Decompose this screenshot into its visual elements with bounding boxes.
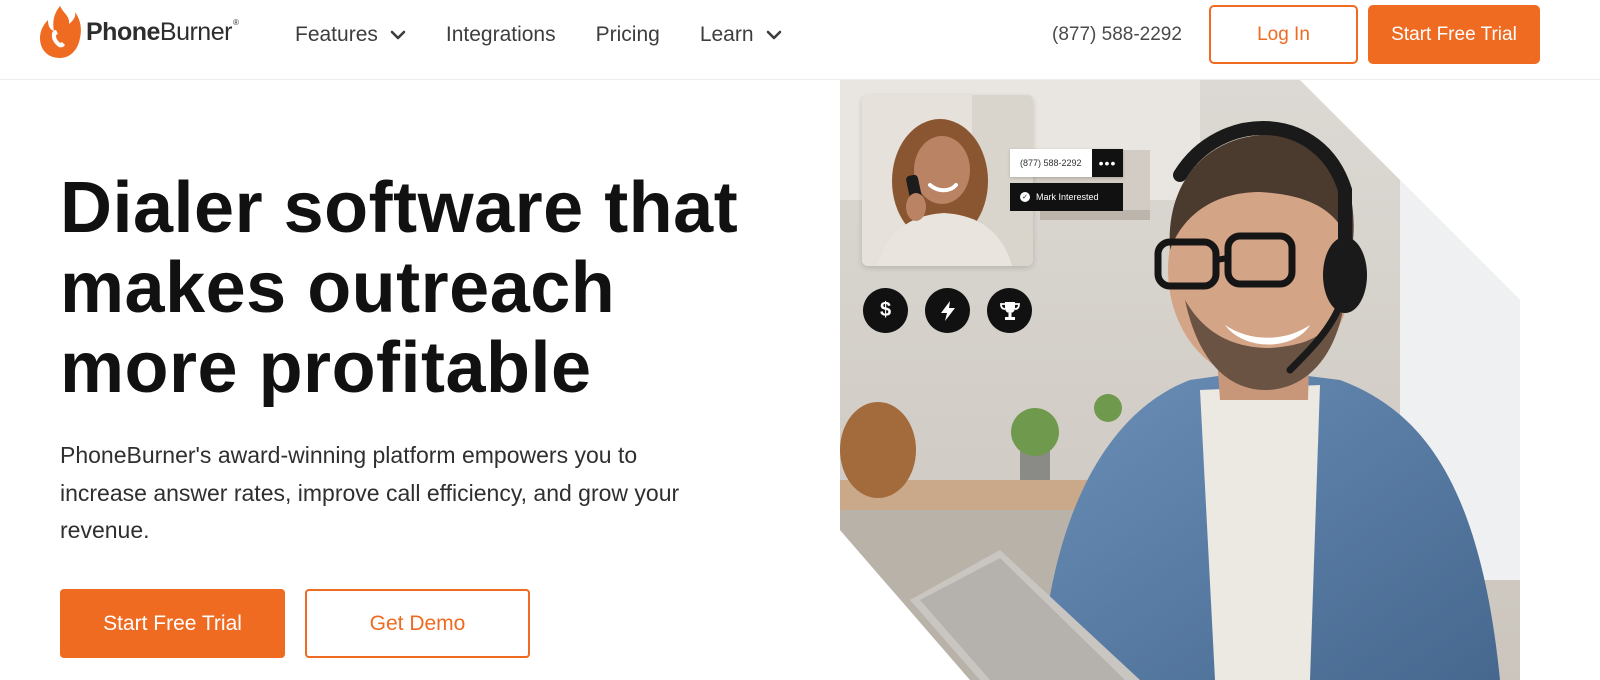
login-button[interactable]: Log In (1209, 5, 1358, 64)
get-demo-button[interactable]: Get Demo (305, 589, 530, 658)
check-circle-icon: ✓ (1020, 192, 1030, 202)
trophy-icon (987, 288, 1032, 333)
chevron-down-icon (766, 30, 782, 40)
hero-subtext: PhoneBurner's award-winning platform emp… (60, 442, 680, 543)
caller-phone-pill: (877) 588-2292 ••• (1010, 149, 1123, 177)
mark-interested-label: Mark Interested (1036, 192, 1099, 202)
more-options-icon: ••• (1092, 149, 1123, 177)
nav-item-pricing[interactable]: Pricing (596, 23, 660, 47)
main-nav: Features Integrations Pricing Learn (295, 0, 822, 70)
headline-line: more profitable (60, 328, 592, 408)
lightning-bolt-icon (925, 288, 970, 333)
woman-on-phone-image (862, 95, 1033, 266)
caller-photo-card (862, 95, 1033, 266)
nav-item-label: Features (295, 23, 378, 46)
headline-line: Dialer software that (60, 168, 739, 248)
hero-headline: Dialer software that makes outreach more… (60, 168, 820, 408)
flame-phone-icon (40, 6, 81, 58)
phone-number-link[interactable]: (877) 588-2292 (1052, 0, 1182, 70)
nav-item-learn[interactable]: Learn (700, 23, 782, 47)
dollar-icon: $ (863, 288, 908, 333)
header-start-free-trial-button[interactable]: Start Free Trial (1368, 5, 1540, 64)
logo-wordmark: PhoneBurner® (86, 17, 239, 46)
nav-item-features[interactable]: Features (295, 23, 406, 47)
caller-phone-number: (877) 588-2292 (1020, 158, 1082, 168)
nav-item-label: Integrations (445, 23, 556, 46)
phoneburner-logo[interactable]: PhoneBurner® (38, 0, 239, 64)
start-free-trial-button[interactable]: Start Free Trial (60, 589, 285, 658)
chevron-down-icon (390, 30, 406, 40)
nav-item-label: Learn (699, 23, 754, 46)
nav-item-label: Pricing (595, 23, 660, 46)
site-header: PhoneBurner® Features Integrations Prici… (0, 0, 1600, 80)
headline-line: makes outreach (60, 248, 616, 328)
nav-item-integrations[interactable]: Integrations (446, 23, 556, 47)
mark-interested-pill: ✓ Mark Interested (1010, 183, 1123, 211)
